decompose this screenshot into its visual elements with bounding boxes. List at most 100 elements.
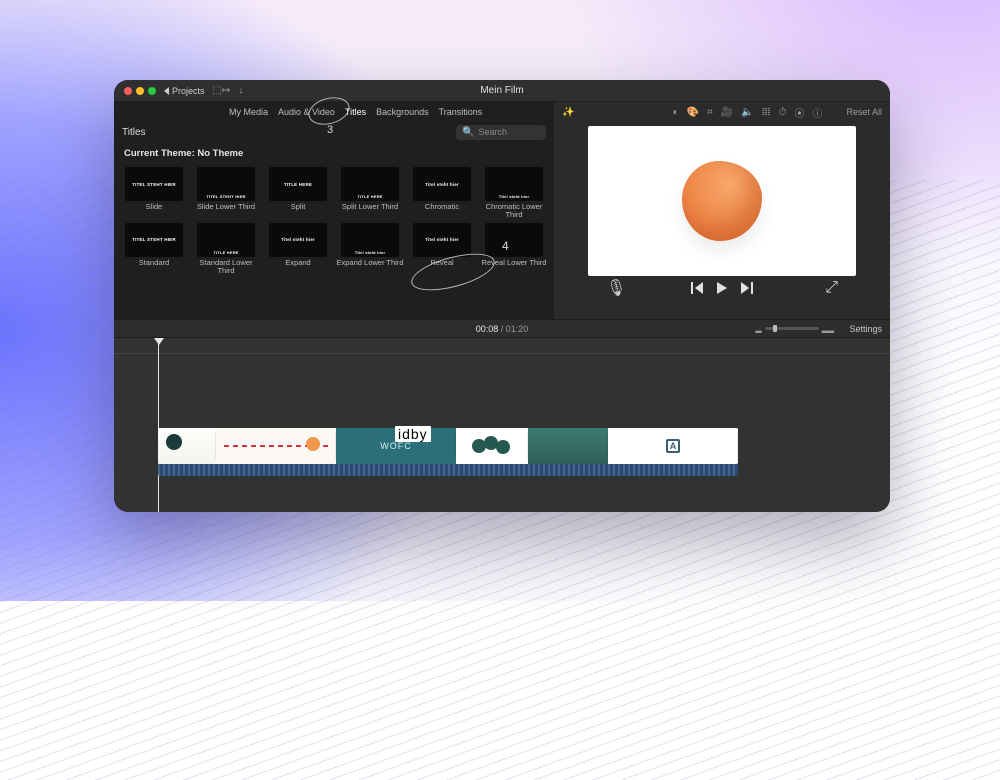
download-icon[interactable]: ↓: [238, 85, 243, 96]
thumb-text: Titel steht hier: [499, 194, 529, 199]
minimize-icon[interactable]: [136, 87, 144, 95]
fullscreen-icon[interactable]: ⤢: [825, 279, 838, 297]
thumb-text: TITEL STEHT HIER: [132, 237, 176, 242]
tab-backgrounds[interactable]: Backgrounds: [376, 107, 429, 117]
clip-6-badge: A: [666, 439, 680, 453]
window-controls[interactable]: [124, 87, 156, 95]
annotation-number-3: 3: [327, 124, 333, 136]
tile-label: Chromatic Lower Third: [480, 203, 548, 219]
chevron-left-icon: [164, 87, 169, 95]
contrast-icon[interactable]: ◐: [673, 107, 679, 118]
thumb-text: Titel steht hier: [425, 182, 459, 187]
reset-all-button[interactable]: Reset All: [846, 107, 882, 117]
title-tile-split-lower-third[interactable]: TITLE HERE Split Lower Third: [336, 167, 404, 219]
timeline-ruler[interactable]: [114, 338, 890, 354]
project-title: Mein Film: [480, 85, 523, 96]
playback-controls: 🎙 ⤢: [554, 276, 890, 300]
current-theme-label: Current Theme: No Theme: [114, 142, 554, 165]
speed-icon[interactable]: ⏱: [779, 107, 787, 118]
title-tile-slide-lower-third[interactable]: TITEL STEHT HIER Slide Lower Third: [192, 167, 260, 219]
skip-back-button[interactable]: [691, 282, 703, 294]
title-tile-expand[interactable]: Titel steht hier Expand: [264, 223, 332, 275]
panel-label: Titles: [122, 127, 146, 138]
clip-2-dot: [306, 437, 320, 451]
preview-toolbar: ✨ ◐ 🎨 ⌗ 🎥 🔈 𝍖 ⏱ ⦿ ⓘ Reset All: [554, 102, 890, 122]
clip-2[interactable]: [216, 428, 336, 464]
color-icon[interactable]: 🎨: [687, 107, 699, 118]
preview-viewport[interactable]: [588, 126, 856, 276]
timeline-area[interactable]: WOFC A: [114, 338, 890, 512]
playhead[interactable]: [158, 338, 159, 512]
back-label: Projects: [172, 86, 205, 96]
magic-wand-icon[interactable]: ✨: [562, 107, 574, 118]
title-tile-chromatic-lower-third[interactable]: Titel steht hier Chromatic Lower Third: [480, 167, 548, 219]
thumb-text: Titel steht hier: [355, 250, 385, 255]
import-icon[interactable]: ⬚↦: [213, 85, 231, 96]
annotation-number-4: 4: [502, 239, 509, 253]
tile-label: Slide Lower Third: [197, 203, 255, 211]
thumb-text: Titel steht hier: [281, 237, 315, 242]
clip-4[interactable]: [456, 428, 528, 464]
time-bar: 00:08 / 01:20 ▂ ▂▂ Settings: [114, 320, 890, 338]
back-to-projects-button[interactable]: Projects: [164, 86, 205, 96]
equalizer-icon[interactable]: 𝍖: [762, 107, 771, 118]
titles-grid: TITEL STEHT HIER Slide TITEL STEHT HIER …: [114, 165, 554, 283]
title-tile-standard-lower-third[interactable]: TITLE HERE Standard Lower Third: [192, 223, 260, 275]
tile-label: Slide: [146, 203, 163, 211]
cursor-text-overlay: idby: [395, 426, 431, 442]
tile-label: Expand Lower Third: [337, 259, 404, 267]
info-icon[interactable]: ⓘ: [812, 105, 822, 120]
browser-tabs: My Media Audio & Video Titles Background…: [114, 102, 554, 122]
tab-transitions[interactable]: Transitions: [439, 107, 483, 117]
title-tile-standard[interactable]: TITEL STEHT HIER Standard: [120, 223, 188, 275]
titlebar: Projects ⬚↦ ↓ Mein Film: [114, 80, 890, 102]
title-tile-expand-lower-third[interactable]: Titel steht hier Expand Lower Third: [336, 223, 404, 275]
search-input[interactable]: 🔍 Search: [456, 125, 546, 140]
thumb-text: TITLE HERE: [357, 194, 382, 199]
imovie-window: Projects ⬚↦ ↓ Mein Film My Media Audio &…: [114, 80, 890, 512]
time-current: 00:08: [476, 324, 499, 334]
adjustment-icons: ◐ 🎨 ⌗ 🎥 🔈 𝍖 ⏱ ⦿ ⓘ: [673, 105, 823, 120]
close-icon[interactable]: [124, 87, 132, 95]
search-placeholder: Search: [478, 127, 507, 137]
tile-label: Split Lower Third: [342, 203, 398, 211]
crop-icon[interactable]: ⌗: [707, 107, 713, 118]
zoom-in-icon: ▂▂: [822, 324, 834, 333]
tile-label: Split: [291, 203, 306, 211]
video-track[interactable]: WOFC A: [158, 428, 738, 464]
title-tile-slide[interactable]: TITEL STEHT HIER Slide: [120, 167, 188, 219]
thumb-text: TITEL STEHT HIER: [206, 194, 245, 199]
content-upper: My Media Audio & Video Titles Background…: [114, 102, 890, 320]
video-icon[interactable]: 🎥: [721, 107, 733, 118]
microphone-icon[interactable]: 🎙: [606, 278, 626, 298]
zoom-icon[interactable]: [148, 87, 156, 95]
volume-icon[interactable]: 🔈: [741, 107, 753, 118]
tile-label: Expand: [285, 259, 310, 267]
clip-1-shape: [166, 434, 182, 450]
browser-subheader: Titles 🔍 Search: [114, 122, 554, 142]
preview-pane: ✨ ◐ 🎨 ⌗ 🎥 🔈 𝍖 ⏱ ⦿ ⓘ Reset All 🎙: [554, 102, 890, 319]
skip-forward-button[interactable]: [741, 282, 753, 294]
clip-6[interactable]: A: [608, 428, 738, 464]
timeline-settings-button[interactable]: Settings: [849, 324, 882, 334]
clip-4-shapes: [472, 436, 512, 456]
audio-track[interactable]: [158, 464, 738, 476]
thumb-text: Titel steht hier: [425, 237, 459, 242]
tile-label: Chromatic: [425, 203, 459, 211]
preview-content-shape: [682, 161, 762, 241]
clip-3-text: WOFC: [380, 441, 412, 451]
title-tile-chromatic[interactable]: Titel steht hier Chromatic: [408, 167, 476, 219]
tile-label: Standard: [139, 259, 169, 267]
thumb-text: TITLE HERE: [284, 182, 312, 187]
title-tile-split[interactable]: TITLE HERE Split: [264, 167, 332, 219]
clip-5[interactable]: [528, 428, 608, 464]
clip-1[interactable]: [158, 428, 216, 464]
stabilize-icon[interactable]: ⦿: [794, 105, 804, 120]
zoom-out-icon: ▂: [756, 324, 762, 333]
time-total: 01:20: [506, 324, 529, 334]
browser-pane: My Media Audio & Video Titles Background…: [114, 102, 554, 319]
search-icon: 🔍: [462, 127, 474, 138]
tab-my-media[interactable]: My Media: [229, 107, 268, 117]
timeline-zoom-slider[interactable]: ▂ ▂▂: [756, 324, 834, 333]
play-button[interactable]: [717, 282, 727, 294]
